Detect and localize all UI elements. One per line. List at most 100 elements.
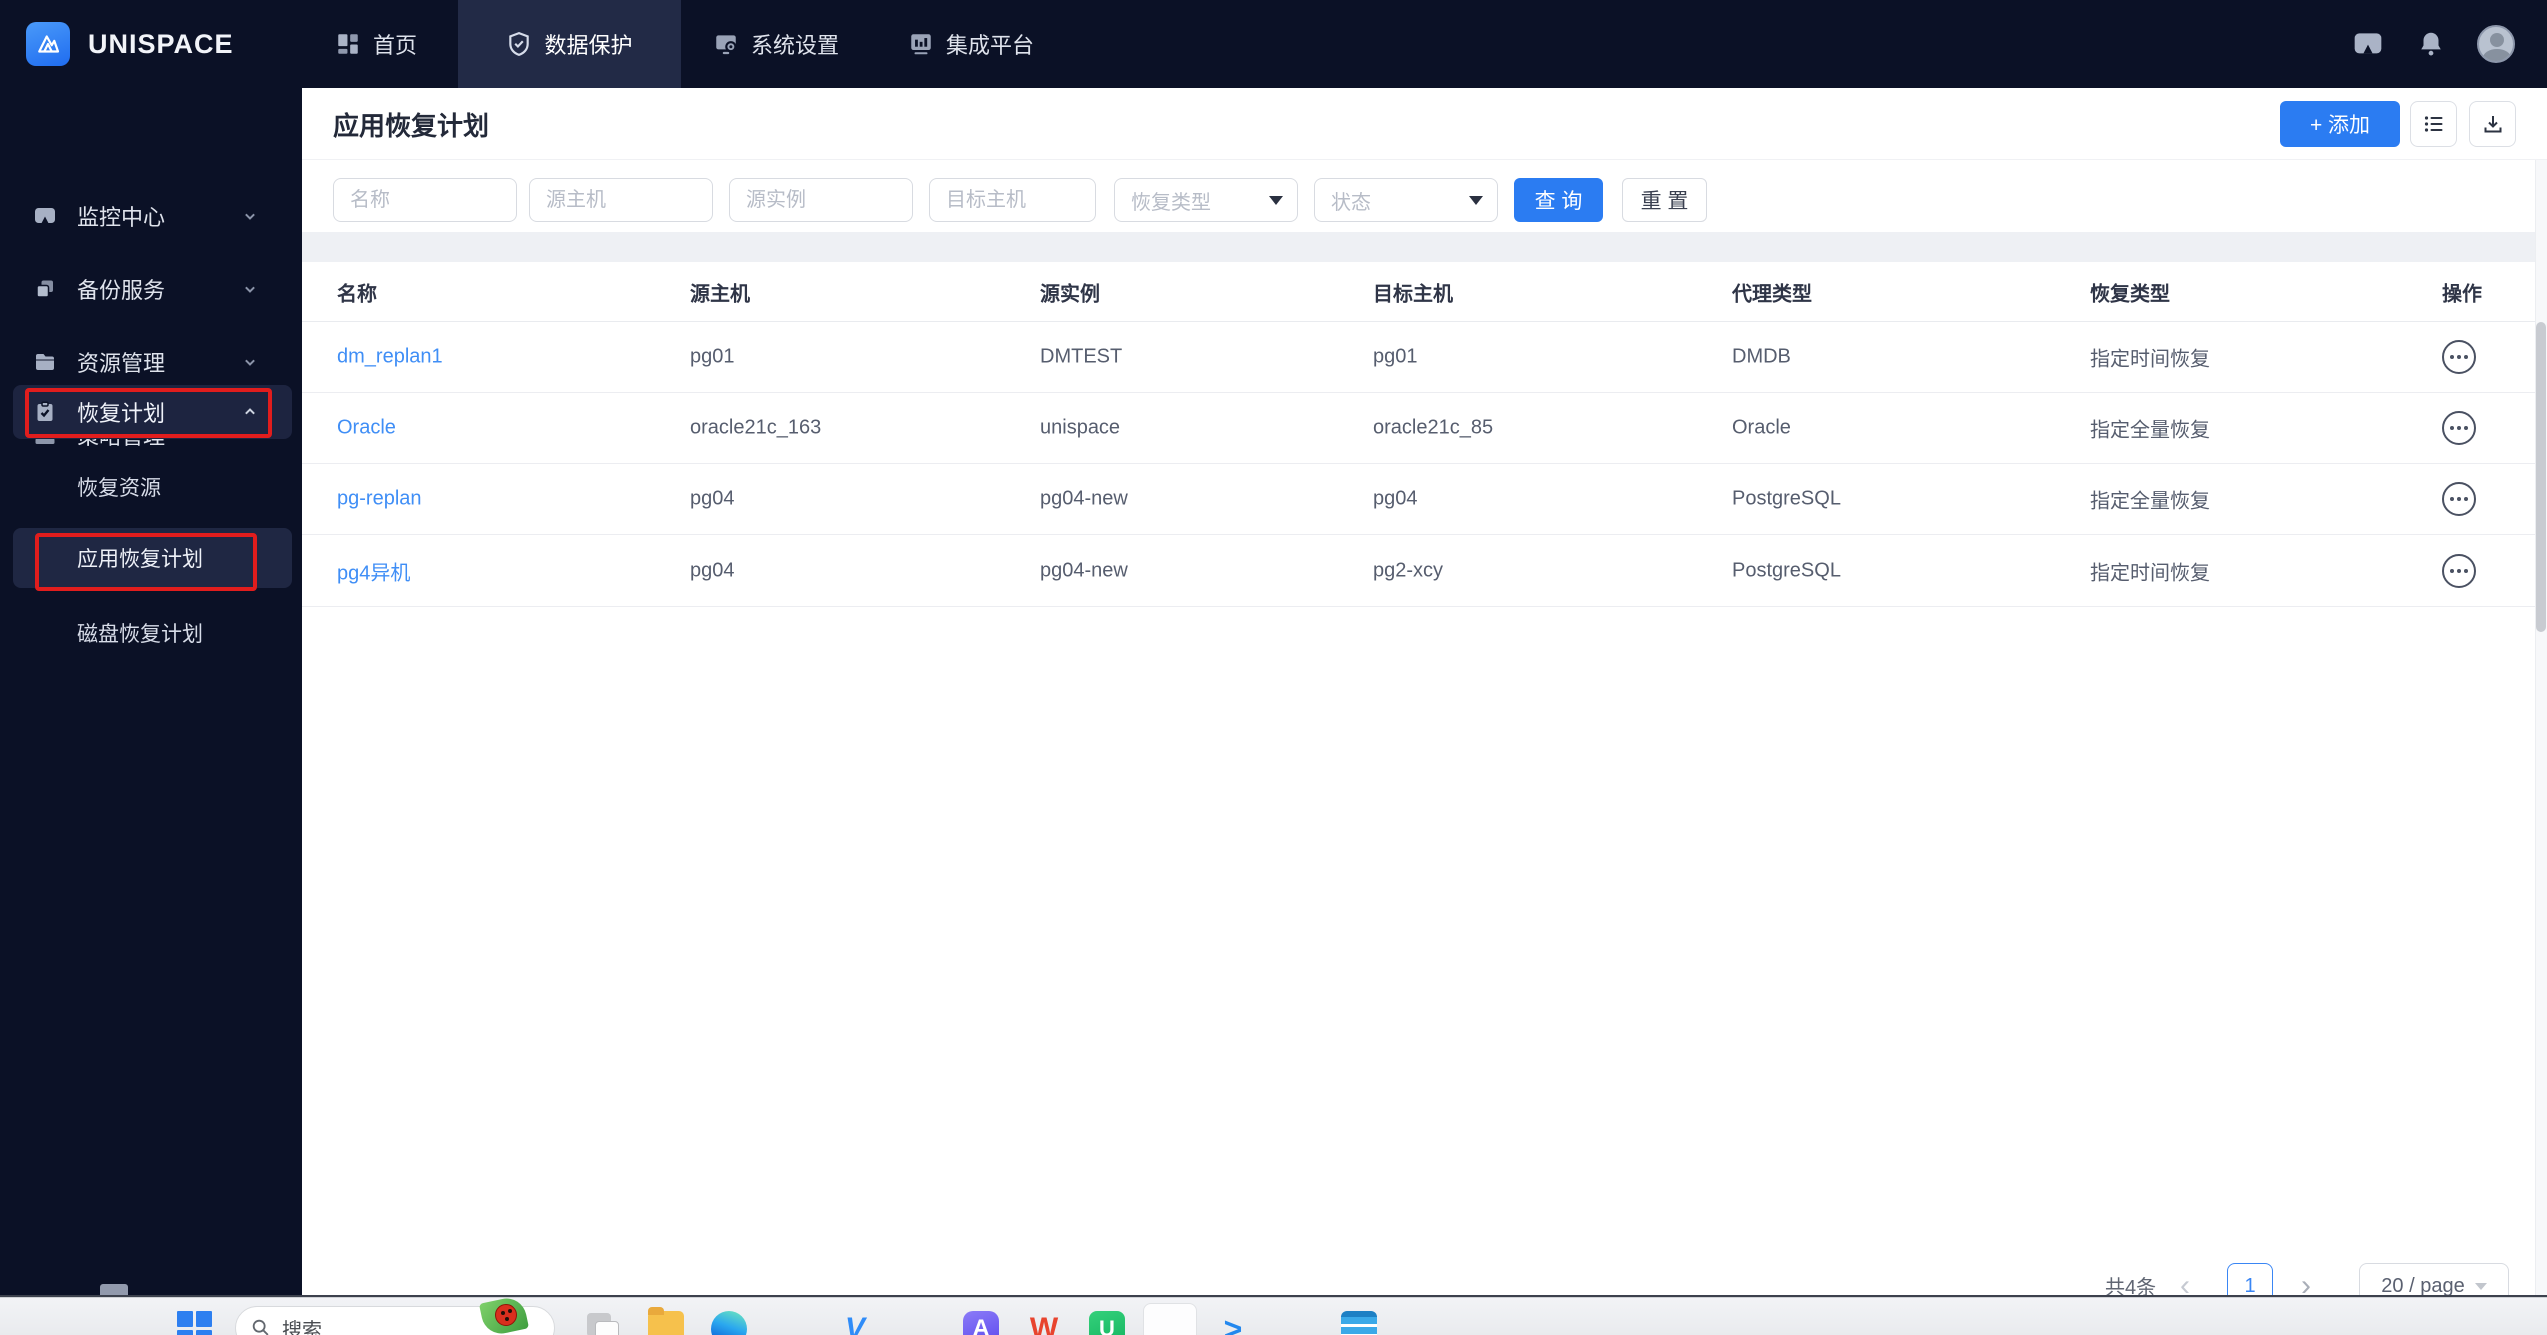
caret-down-icon <box>1469 196 1483 205</box>
scrollbar-track[interactable] <box>2535 160 2547 1297</box>
filter-target-host-input[interactable] <box>929 178 1096 222</box>
source-instance-cell: unispace <box>1040 417 1120 440</box>
sidebar-subitem-disk-recovery-plan[interactable]: 磁盘恢复计划 <box>0 609 302 657</box>
message-icon[interactable] <box>2352 28 2384 60</box>
brand-name: UNISPACE <box>88 0 234 88</box>
section-divider-band <box>302 232 2547 262</box>
filter-status-select[interactable]: 状态 <box>1314 178 1498 222</box>
query-button[interactable]: 查 询 <box>1514 178 1603 222</box>
agent-type-cell: DMDB <box>1732 346 1791 369</box>
source-host-cell: pg01 <box>690 346 735 369</box>
active-app-highlight <box>1143 1303 1197 1335</box>
plan-name-link[interactable]: Oracle <box>337 417 396 440</box>
start-button[interactable] <box>177 1311 213 1335</box>
avatar-body <box>2483 49 2511 63</box>
copy-icon <box>33 277 57 301</box>
page-title: 应用恢复计划 <box>333 88 489 160</box>
ladybug-icon[interactable] <box>495 1304 517 1326</box>
reset-button[interactable]: 重 置 <box>1622 178 1707 222</box>
tab-label: 集成平台 <box>946 28 1034 60</box>
sidebar-item-backup-service[interactable]: 备份服务 <box>0 265 302 313</box>
target-host-cell: pg2-xcy <box>1373 560 1443 583</box>
monitor-icon <box>33 204 57 228</box>
shield-check-icon <box>506 31 532 57</box>
sidebar-item-resource-management[interactable]: 资源管理 <box>0 338 302 386</box>
task-view-icon[interactable] <box>585 1311 621 1335</box>
list-icon <box>2422 112 2446 136</box>
windows-taskbar: 搜索 V S A W U > <box>0 1297 2547 1335</box>
tab-system-settings[interactable]: 系统设置 <box>683 0 869 88</box>
tab-label: 首页 <box>373 28 417 60</box>
scrollbar-thumb[interactable] <box>2536 322 2546 632</box>
search-placeholder: 搜索 <box>282 1314 322 1335</box>
select-placeholder: 恢复类型 <box>1131 186 1211 215</box>
sidebar-item-label: 恢复计划 <box>77 396 165 428</box>
row-actions-button[interactable] <box>2442 411 2476 445</box>
row-actions-button[interactable] <box>2442 340 2476 374</box>
column-header: 恢复类型 <box>2090 277 2170 306</box>
plan-name-link[interactable]: dm_replan1 <box>337 346 443 369</box>
source-host-cell: oracle21c_163 <box>690 417 821 440</box>
source-host-cell: pg04 <box>690 488 735 511</box>
agent-type-cell: PostgreSQL <box>1732 488 1841 511</box>
recovery-type-cell: 指定全量恢复 <box>2090 414 2210 443</box>
caret-down-icon <box>2475 1283 2487 1290</box>
sidebar-item-monitor-center[interactable]: 监控中心 <box>0 192 302 240</box>
column-header: 目标主机 <box>1373 277 1453 306</box>
table-header-row: 名称 源主机 源实例 目标主机 代理类型 恢复类型 操作 <box>302 262 2547 322</box>
row-actions-button[interactable] <box>2442 482 2476 516</box>
plan-name-link[interactable]: pg-replan <box>337 488 422 511</box>
recovery-type-cell: 指定全量恢复 <box>2090 485 2210 514</box>
table-row: pg-replan pg04 pg04-new pg04 PostgreSQL … <box>302 464 2547 535</box>
tab-integration-platform[interactable]: 集成平台 <box>871 0 1071 88</box>
target-host-cell: pg04 <box>1373 488 1418 511</box>
sidebar-subitem-recovery-resource[interactable]: 恢复资源 <box>0 463 302 511</box>
wps-office-icon[interactable]: W <box>1026 1311 1062 1335</box>
column-header: 源实例 <box>1040 277 1100 306</box>
caret-down-icon <box>1269 196 1283 205</box>
filter-recovery-type-select[interactable]: 恢复类型 <box>1114 178 1298 222</box>
sidebar-item-label: 备份服务 <box>77 273 165 305</box>
filter-name-input[interactable] <box>333 178 517 222</box>
recovery-type-cell: 指定时间恢复 <box>2090 343 2210 372</box>
notes-app-icon[interactable] <box>1341 1311 1377 1335</box>
source-instance-cell: pg04-new <box>1040 488 1128 511</box>
source-instance-cell: pg04-new <box>1040 560 1128 583</box>
add-button[interactable]: + 添加 <box>2280 101 2400 147</box>
column-header: 代理类型 <box>1732 277 1812 306</box>
bell-icon[interactable] <box>2416 29 2446 59</box>
edge-browser-icon[interactable] <box>711 1311 747 1335</box>
purple-a-app-icon[interactable]: A <box>963 1311 999 1335</box>
voov-meeting-icon[interactable]: V <box>837 1311 873 1335</box>
export-button[interactable] <box>2469 101 2516 147</box>
sidebar: 监控中心 备份服务 资源管理 <box>0 88 302 1297</box>
screen: UNISPACE 首页 数据保护 系统设置 <box>0 0 2547 1335</box>
green-store-app-icon[interactable]: U <box>1089 1311 1125 1335</box>
source-instance-cell: DMTEST <box>1040 346 1122 369</box>
clipboard-check-icon <box>33 400 57 424</box>
blue-arrow-app-icon[interactable]: > <box>1215 1311 1251 1335</box>
user-avatar[interactable] <box>2477 25 2515 63</box>
sidebar-subitem-app-recovery-plan[interactable]: 应用恢复计划 <box>0 534 302 582</box>
sidebar-item-recovery-plan[interactable]: 恢复计划 <box>0 388 302 436</box>
column-header: 操作 <box>2442 277 2482 306</box>
tab-home[interactable]: 首页 <box>296 0 456 88</box>
agent-type-cell: Oracle <box>1732 417 1791 440</box>
target-host-cell: oracle21c_85 <box>1373 417 1493 440</box>
file-explorer-icon[interactable] <box>648 1311 684 1335</box>
plan-name-link[interactable]: pg4异机 <box>337 557 410 586</box>
filter-source-host-input[interactable] <box>529 178 713 222</box>
tab-data-protection[interactable]: 数据保护 <box>458 0 681 88</box>
main-content: 应用恢复计划 + 添加 恢复类 <box>302 88 2547 1297</box>
brand-logo-icon <box>26 22 70 66</box>
row-actions-button[interactable] <box>2442 554 2476 588</box>
table-row: dm_replan1 pg01 DMTEST pg01 DMDB 指定时间恢复 <box>302 322 2547 393</box>
source-host-cell: pg04 <box>690 560 735 583</box>
sidebar-subitem-label: 磁盘恢复计划 <box>77 618 203 648</box>
dashboard-icon <box>335 31 361 57</box>
column-settings-button[interactable] <box>2410 101 2457 147</box>
filter-source-instance-input[interactable] <box>729 178 913 222</box>
titlebar: 应用恢复计划 + 添加 <box>302 88 2547 160</box>
tab-label: 数据保护 <box>544 28 632 60</box>
search-icon <box>250 1317 272 1335</box>
